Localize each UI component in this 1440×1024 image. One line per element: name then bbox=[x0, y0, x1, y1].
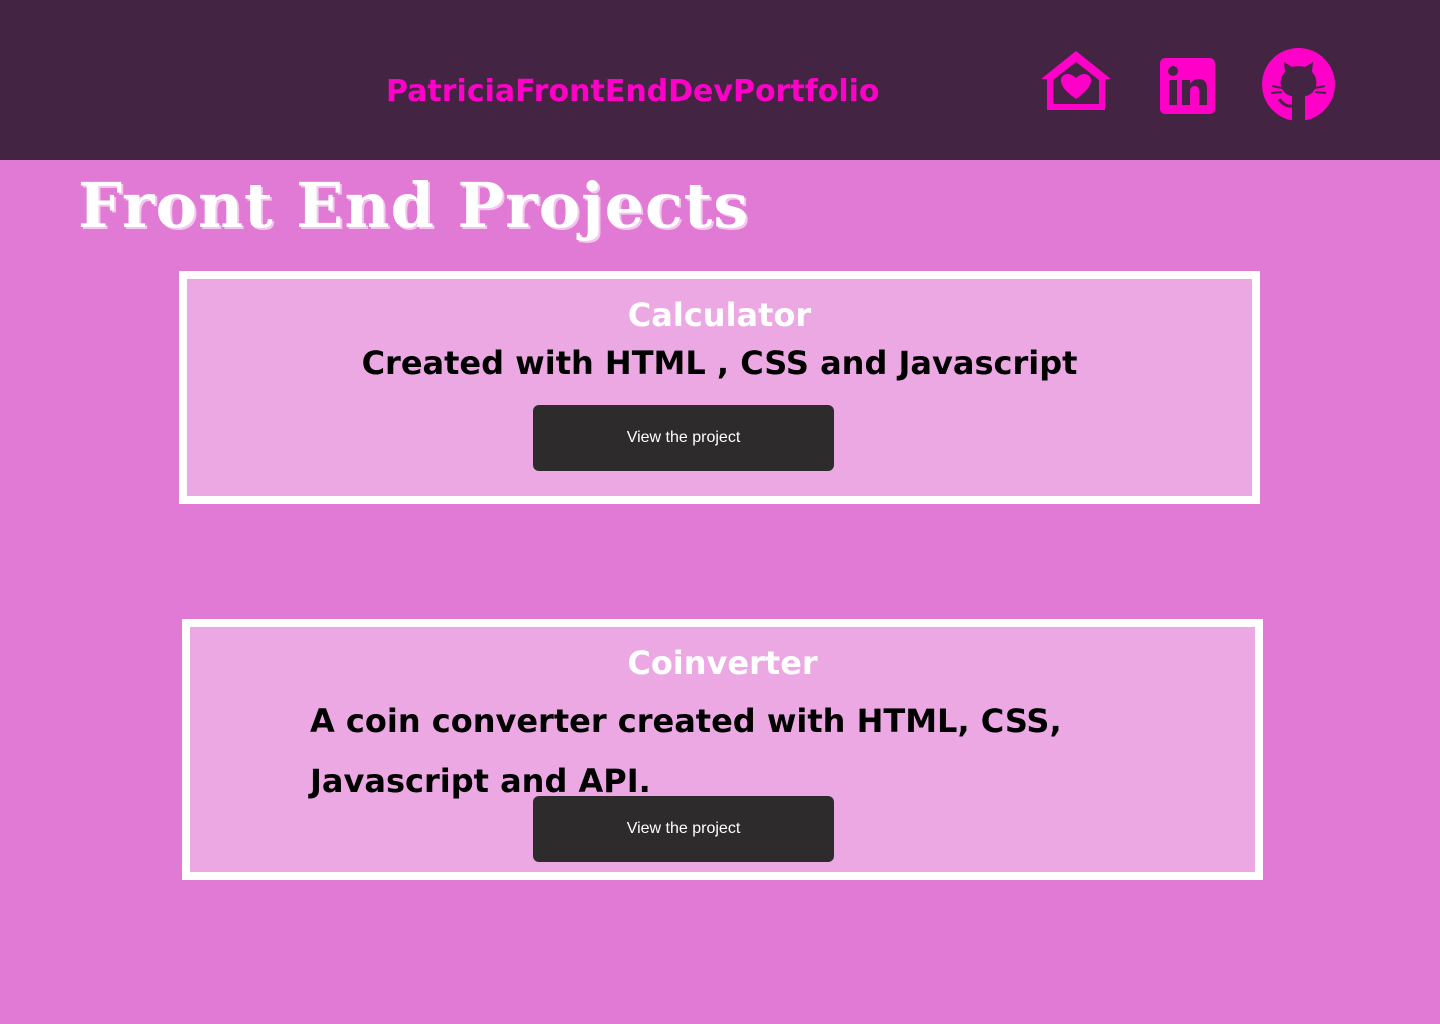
project-title: Coinverter bbox=[627, 644, 818, 682]
home-link[interactable] bbox=[1039, 49, 1113, 113]
view-project-button[interactable]: View the project bbox=[533, 405, 834, 471]
project-description: Created with HTML , CSS and Javascript bbox=[361, 344, 1078, 382]
linkedin-link[interactable] bbox=[1160, 58, 1215, 114]
home-heart-icon bbox=[1041, 51, 1111, 110]
project-title: Calculator bbox=[627, 296, 812, 334]
linkedin-icon bbox=[1160, 58, 1215, 114]
project-card-coinverter: Coinverter A coin converter created with… bbox=[182, 619, 1263, 880]
project-description: A coin converter created with HTML, CSS,… bbox=[310, 702, 1062, 800]
page-heading: Front End Projects bbox=[78, 169, 750, 242]
view-project-button[interactable]: View the project bbox=[533, 796, 834, 862]
site-header: PatriciaFrontEndDevPortfolio bbox=[0, 0, 1440, 160]
site-title: PatriciaFrontEndDevPortfolio bbox=[386, 74, 880, 109]
project-card-calculator: Calculator Created with HTML , CSS and J… bbox=[179, 271, 1260, 504]
github-link[interactable] bbox=[1262, 48, 1335, 121]
github-icon bbox=[1262, 48, 1335, 121]
